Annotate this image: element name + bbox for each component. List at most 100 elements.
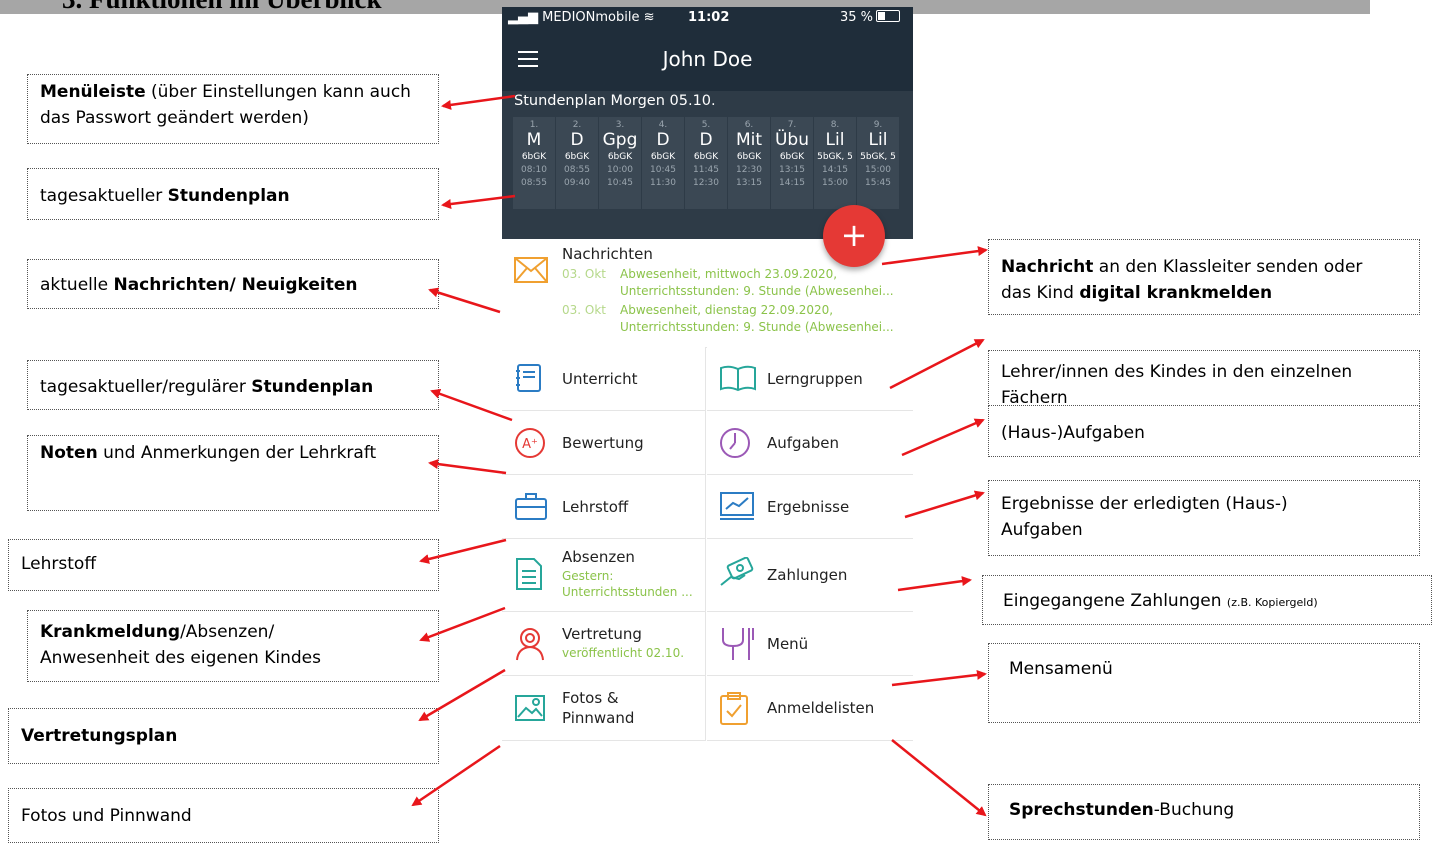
tile-aufgaben[interactable]: Aufgaben — [707, 411, 913, 475]
lesson-subject: Gpg — [602, 130, 638, 150]
add-message-button[interactable]: + — [823, 205, 885, 267]
news-item[interactable]: 03. Okt Abwesenheit, dienstag 22.09.2020,… — [562, 302, 894, 336]
tile-label: Ergebnisse — [767, 498, 850, 516]
tile-fotos[interactable]: Fotos & Pinnwand — [502, 676, 706, 741]
battery-icon — [876, 10, 901, 22]
lesson-end: 14:15 — [779, 178, 805, 188]
lesson-start: 12:30 — [736, 165, 762, 175]
arrow-booking — [891, 739, 987, 817]
tile-ergebnisse[interactable]: Ergebnisse — [707, 475, 913, 539]
tile-menu[interactable]: Menü — [707, 612, 913, 676]
callout-photos: Fotos und Pinnwand — [8, 788, 439, 843]
callout-payments-text: Eingegangene Zahlungen — [1003, 591, 1227, 611]
tile-sublabel: veröffentlicht 02.10. — [562, 646, 685, 660]
briefcase-icon — [515, 493, 547, 520]
callout-photos-text: Fotos und Pinnwand — [21, 806, 192, 826]
signal-icon: ▂▄▆ — [508, 10, 543, 25]
callout-grades: Noten und Anmerkungen der Lehrkraft — [27, 435, 439, 511]
phone-screen: ▂▄▆ MEDIONmobile ≋ 11:02 35 % John Doe S… — [502, 7, 913, 743]
callout-substitution: Vertretungsplan — [8, 708, 439, 764]
tile-label: Unterricht — [562, 370, 638, 388]
lesson-end: 12:30 — [693, 178, 719, 188]
app-title: John Doe — [662, 47, 753, 71]
tile-unterricht[interactable]: Unterricht — [502, 347, 706, 411]
callout-homework: (Haus-)Aufgaben — [988, 405, 1420, 457]
lesson-class: 6bGK — [607, 152, 633, 162]
callout-message-bold: Nachricht — [1001, 257, 1094, 277]
tile-zahlungen[interactable]: Zahlungen — [707, 539, 913, 612]
lesson-subject: Übu — [774, 130, 809, 150]
timetable-cell: 3. Gpg 6bGK 10:00 10:45 — [599, 117, 641, 209]
callout-lehrstoff-text: Lehrstoff — [21, 554, 97, 574]
lesson-start: 08:10 — [521, 165, 547, 175]
lesson-subject: Mit — [735, 130, 763, 150]
callout-results: Ergebnisse der erledigten (Haus-) Aufgab… — [988, 480, 1420, 556]
timetable-cell: 5. D 6bGK 11:45 12:30 — [685, 117, 727, 209]
lesson-number: 9. — [873, 120, 883, 130]
lesson-number: 2. — [572, 120, 582, 130]
timetable-cell: 9. Lil 5bGK, 5 15:00 15:45 — [857, 117, 899, 209]
callout-today-text: tagesaktueller — [40, 186, 168, 206]
timetable-cell: 7. Übu 6bGK 13:15 14:15 — [771, 117, 813, 209]
tile-label: Pinnwand — [562, 709, 635, 727]
callout-sick-bold: Krankmeldung — [40, 622, 181, 642]
lesson-class: 5bGK, 5 — [860, 152, 896, 162]
lesson-end: 09:40 — [564, 178, 590, 188]
lesson-number: 5. — [701, 120, 711, 130]
tile-bewertung[interactable]: A⁺ Bewertung — [502, 411, 706, 475]
lesson-subject: D — [570, 130, 584, 150]
timetable-cell: 2. D 6bGK 08:55 09:40 — [556, 117, 598, 209]
tile-sublabel: Gestern: — [562, 569, 614, 583]
lesson-subject: D — [699, 130, 713, 150]
lesson-number: 1. — [529, 120, 539, 130]
news-item[interactable]: 03. Okt Abwesenheit, mittwoch 23.09.2020,… — [562, 266, 894, 300]
lesson-number: 7. — [787, 120, 797, 130]
lesson-number: 8. — [830, 120, 840, 130]
arrow-homework — [901, 418, 985, 457]
notebook-icon — [516, 364, 541, 392]
lesson-start: 10:45 — [650, 165, 676, 175]
callout-menu: Menüleiste (über Einstellungen kann auch… — [27, 74, 439, 144]
tile-label: Vertretung — [562, 625, 642, 643]
news-title: Nachrichten — [562, 245, 653, 263]
lesson-class: 5bGK, 5 — [817, 152, 853, 162]
arrow-grades — [428, 459, 507, 475]
lesson-number: 4. — [658, 120, 668, 130]
lesson-subject: M — [526, 130, 542, 150]
wifi-icon: ≋ — [639, 10, 655, 25]
callout-news-bold: Nachrichten/ Neuigkeiten — [113, 275, 358, 295]
timetable-strip: 1. M 6bGK 08:10 08:55 2. D 6bGK 08:55 09:40 3. Gpg 6… — [513, 117, 900, 209]
clock-icon — [720, 428, 750, 458]
checklist-icon — [516, 558, 542, 590]
callout-news: aktuelle Nachrichten/ Neuigkeiten — [27, 259, 439, 309]
callout-results-text: Ergebnisse der erledigten (Haus-) Aufgab… — [1001, 494, 1288, 540]
tile-lerngruppen[interactable]: Lerngruppen — [707, 347, 913, 411]
callout-mensa: Mensamenü — [988, 643, 1420, 723]
callout-booking-text: -Buchung — [1153, 800, 1235, 820]
carrier-label: ▂▄▆ MEDIONmobile ≋ — [508, 10, 654, 25]
timetable-cell: 1. M 6bGK 08:10 08:55 — [513, 117, 555, 209]
callout-teachers: Lehrer/innen des Kindes in den einzelnen… — [988, 350, 1420, 406]
callout-teachers-text: Lehrer/innen des Kindes in den einzelnen… — [1001, 362, 1353, 406]
tile-lehrstoff[interactable]: Lehrstoff — [502, 475, 706, 539]
tile-label: Lerngruppen — [767, 370, 863, 388]
tile-anmeldelisten[interactable]: Anmeldelisten — [707, 676, 913, 741]
tile-absenzen[interactable]: Absenzen Gestern: Unterrichtsstunden ... — [502, 539, 706, 612]
tile-vertretung[interactable]: Vertretung veröffentlicht 02.10. — [502, 612, 706, 676]
person-icon — [516, 628, 544, 661]
callout-booking: Sprechstunden-Buchung — [988, 784, 1420, 840]
timetable-title: Stundenplan Morgen 05.10. — [514, 93, 716, 109]
callout-today-timetable: tagesaktueller Stundenplan — [27, 168, 439, 220]
lesson-class: 6bGK — [564, 152, 590, 162]
tile-label: Absenzen — [562, 548, 635, 566]
tile-label: Bewertung — [562, 434, 644, 452]
callout-grades-bold: Noten — [40, 443, 98, 463]
chart-icon — [720, 492, 754, 520]
lesson-number: 6. — [744, 120, 754, 130]
lesson-end: 11:30 — [650, 178, 676, 188]
lesson-start: 11:45 — [693, 165, 719, 175]
arrow-regular — [430, 389, 513, 422]
open-book-icon — [720, 365, 756, 392]
lesson-end: 15:00 — [822, 178, 848, 188]
carrier-name: MEDIONmobile — [542, 10, 640, 25]
